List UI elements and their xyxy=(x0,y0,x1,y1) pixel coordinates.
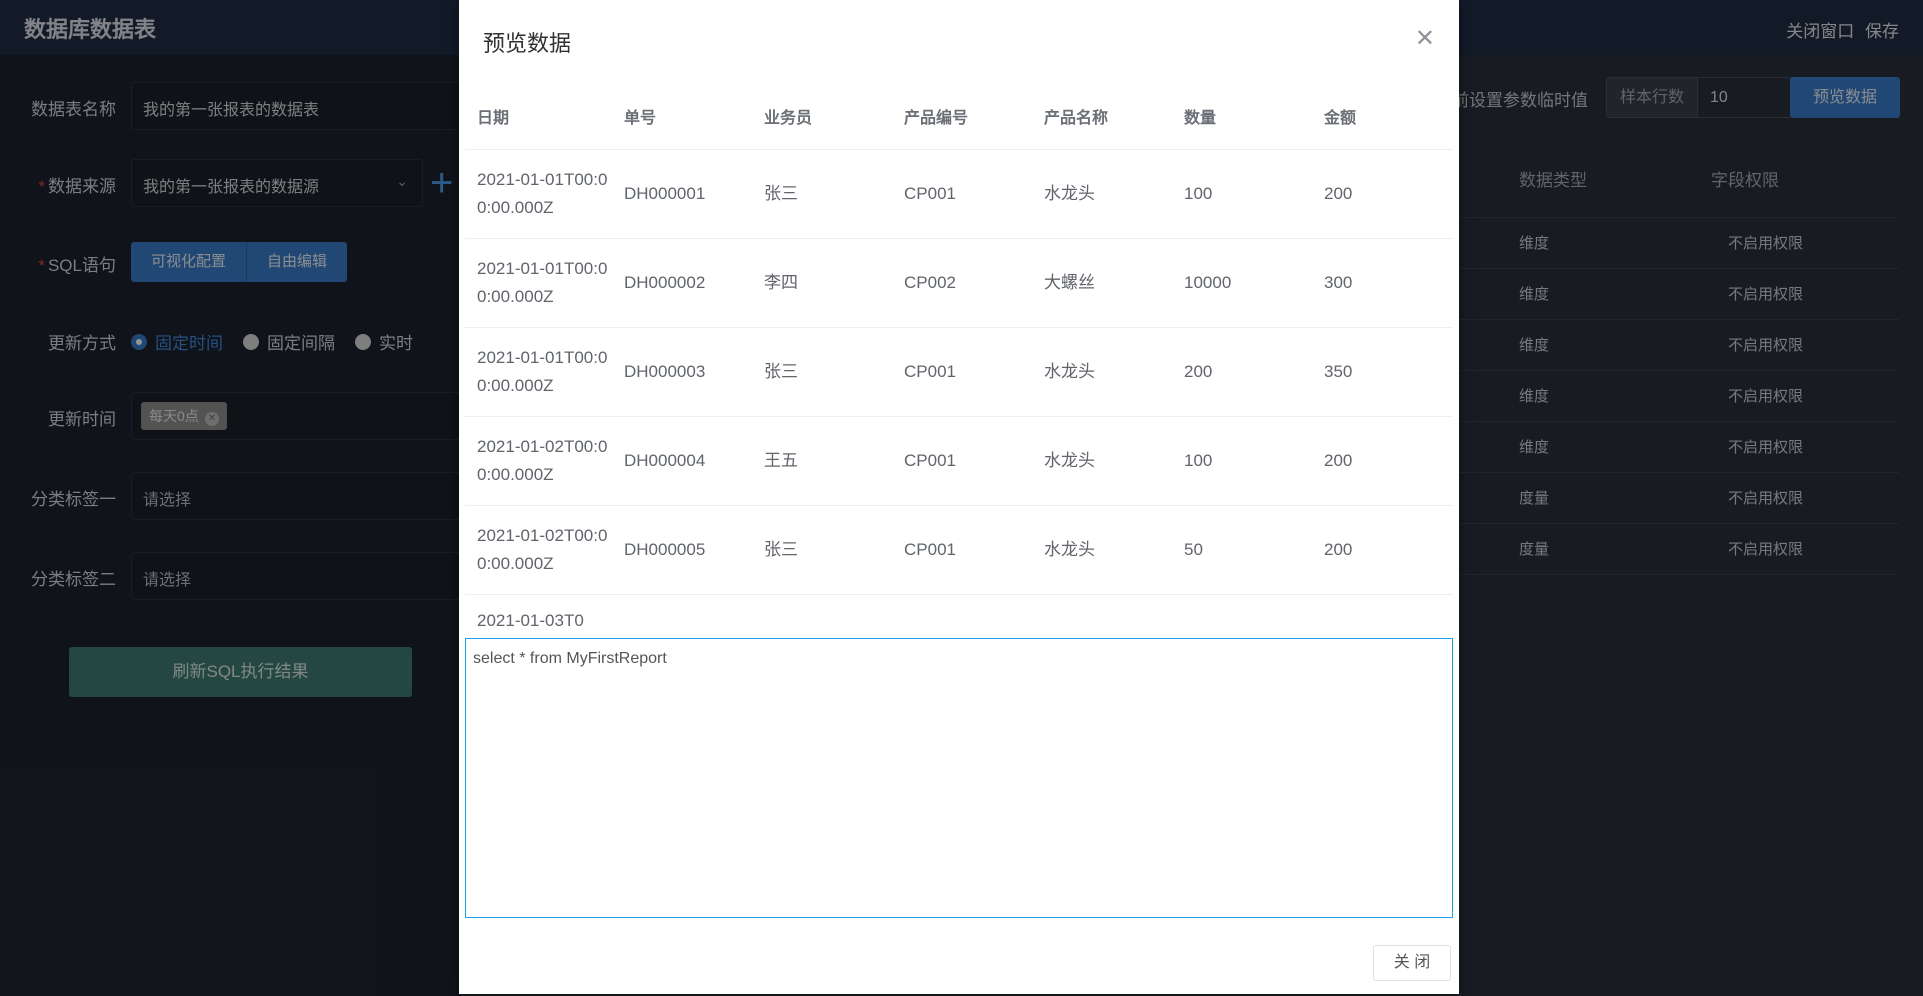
cell-order-no: DH000003 xyxy=(624,362,706,381)
close-icon[interactable]: ✕ xyxy=(1415,24,1435,53)
column-header: 产品名称 xyxy=(1044,110,1109,127)
cell-product-name: 水龙头 xyxy=(1044,362,1095,381)
cell-product-name: 水龙头 xyxy=(1044,184,1095,203)
cell-quantity: 10000 xyxy=(1184,273,1232,292)
cell-order-no: DH000001 xyxy=(624,184,706,203)
column-header: 业务员 xyxy=(764,110,813,127)
preview-table[interactable]: 日期 单号 业务员 产品编号 产品名称 数量 金额 2021-01-01T00:… xyxy=(465,91,1453,629)
cell-date: 2021-01-02T00:00:00.000Z xyxy=(477,437,608,484)
cell-order-no: DH000005 xyxy=(624,540,706,559)
cell-product-name: 水龙头 xyxy=(1044,540,1095,559)
column-header: 金额 xyxy=(1324,110,1357,127)
cell-salesperson: 王五 xyxy=(764,451,798,470)
cell-salesperson: 张三 xyxy=(764,540,798,559)
cell-product-name: 水龙头 xyxy=(1044,451,1095,470)
cell-amount: 200 xyxy=(1324,184,1353,203)
cell-product-code: CP001 xyxy=(904,540,956,559)
table-row: 2021-01-02T00:00:00.000Z DH000004 王五 CP0… xyxy=(465,417,1453,506)
cell-amount: 200 xyxy=(1324,540,1353,559)
column-header: 单号 xyxy=(624,110,657,127)
cell-quantity: 100 xyxy=(1184,184,1213,203)
cell-product-code: CP001 xyxy=(904,184,956,203)
table-row: 2021-01-01T00:00:00.000Z DH000002 李四 CP0… xyxy=(465,239,1453,328)
preview-data-dialog: 预览数据 ✕ 日期 单号 业务员 产品编号 产品名称 数量 金额 2021-01… xyxy=(459,0,1459,994)
table-row: 2021-01-02T00:00:00.000Z DH000005 张三 CP0… xyxy=(465,506,1453,595)
sql-editor[interactable]: select * from MyFirstReport xyxy=(465,638,1453,918)
cell-date: 2021-01-01T00:00:00.000Z xyxy=(477,348,608,395)
cell-quantity: 100 xyxy=(1184,451,1213,470)
cell-product-code: CP001 xyxy=(904,362,956,381)
column-header: 数量 xyxy=(1184,110,1217,127)
table-row: 2021-01-01T00:00:00.000Z DH000003 张三 CP0… xyxy=(465,328,1453,417)
column-header: 日期 xyxy=(477,110,510,127)
cell-amount: 200 xyxy=(1324,451,1353,470)
cell-amount: 350 xyxy=(1324,362,1353,381)
preview-table-header: 日期 单号 业务员 产品编号 产品名称 数量 金额 xyxy=(465,91,1453,150)
cell-amount: 300 xyxy=(1324,273,1353,292)
cell-date: 2021-01-01T00:00:00.000Z xyxy=(477,259,608,306)
cell-date: 2021-01-01T00:00:00.000Z xyxy=(477,170,608,217)
cell-salesperson: 张三 xyxy=(764,362,798,381)
cell-quantity: 200 xyxy=(1184,362,1213,381)
table-row: 2021-01-03T0 xyxy=(465,595,1453,629)
dialog-title: 预览数据 xyxy=(483,31,572,56)
cell-quantity: 50 xyxy=(1184,540,1203,559)
table-row: 2021-01-01T00:00:00.000Z DH000001 张三 CP0… xyxy=(465,150,1453,239)
cell-date: 2021-01-02T00:00:00.000Z xyxy=(477,526,608,573)
cell-order-no: DH000002 xyxy=(624,273,706,292)
cell-salesperson: 李四 xyxy=(764,273,798,292)
column-header: 产品编号 xyxy=(904,110,969,127)
cell-date: 2021-01-03T0 xyxy=(477,611,584,629)
cell-product-code: CP002 xyxy=(904,273,956,292)
cell-product-code: CP001 xyxy=(904,451,956,470)
cell-product-name: 大螺丝 xyxy=(1044,273,1095,292)
cell-order-no: DH000004 xyxy=(624,451,706,470)
cell-salesperson: 张三 xyxy=(764,184,798,203)
dialog-close-button[interactable]: 关 闭 xyxy=(1373,945,1451,981)
